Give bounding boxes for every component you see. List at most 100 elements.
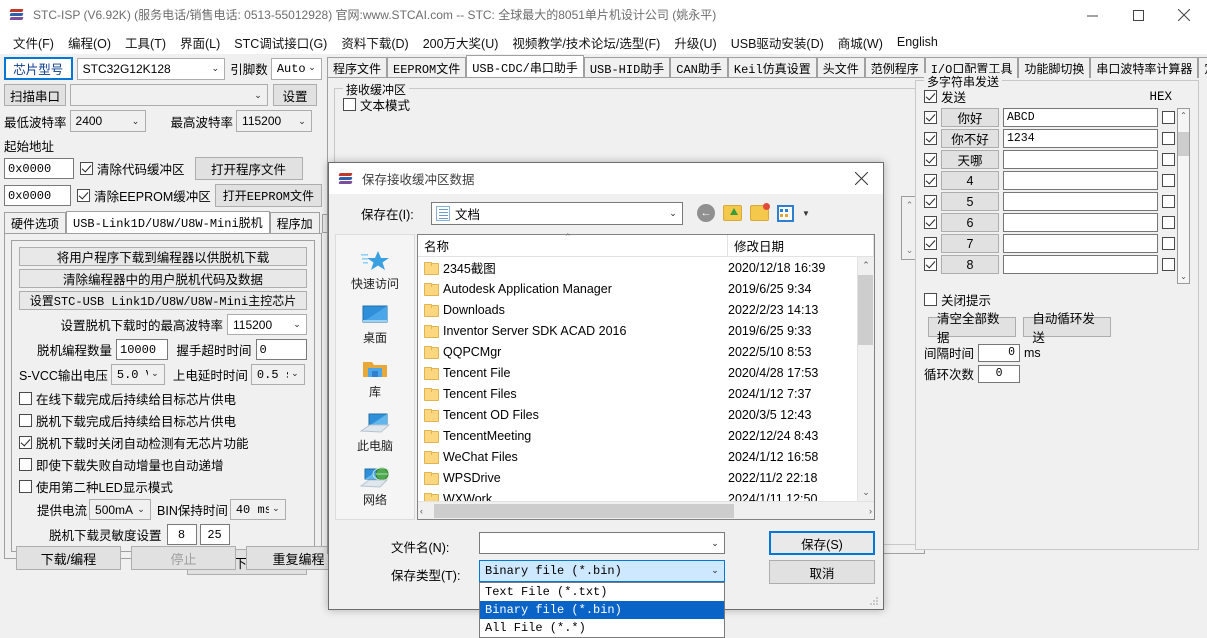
send-row-1-hex-checkbox[interactable] bbox=[1162, 111, 1175, 124]
send-row-8-hex-checkbox[interactable] bbox=[1162, 258, 1175, 271]
send-row-8-button[interactable]: 8 bbox=[941, 255, 999, 274]
send-row-5-input[interactable] bbox=[1003, 192, 1158, 211]
bin-hold-select[interactable]: 40 ms ⌄ bbox=[229, 499, 286, 520]
tab-function-pin-switch[interactable]: 功能脚切换 bbox=[1018, 57, 1091, 78]
check-disable-chip-detect[interactable]: 脱机下载时关闭自动检测有无芯片功能 bbox=[19, 433, 307, 452]
save-in-combobox[interactable]: 文档 ⌄ bbox=[431, 201, 683, 225]
tab-program-file[interactable]: 程序文件 bbox=[327, 57, 388, 78]
pins-select[interactable]: Auto ⌄ bbox=[270, 57, 322, 80]
port-select[interactable]: ⌄ bbox=[70, 84, 268, 106]
settings-button[interactable]: 设置 bbox=[273, 84, 317, 106]
send-row-2-input[interactable]: 1234 bbox=[1003, 129, 1158, 148]
place-library[interactable]: 库 bbox=[336, 351, 414, 405]
minimize-button[interactable] bbox=[1069, 0, 1115, 30]
check-disable-chip-detect-box[interactable] bbox=[19, 436, 32, 449]
check-offline-keep-power[interactable]: 脱机下载完成后持续给目标芯片供电 bbox=[19, 411, 307, 430]
place-desktop[interactable]: 桌面 bbox=[336, 297, 414, 351]
new-folder-icon[interactable] bbox=[750, 203, 770, 221]
file-type-option-all[interactable]: All File (*.*) bbox=[480, 619, 724, 637]
send-row-2-hex-checkbox[interactable] bbox=[1162, 132, 1175, 145]
send-row-4-checkbox[interactable] bbox=[924, 174, 937, 187]
column-header-date[interactable]: 修改日期 bbox=[728, 235, 874, 256]
send-row-3-input[interactable] bbox=[1003, 150, 1158, 169]
close-tip-checkbox[interactable] bbox=[924, 293, 937, 306]
menu-item-usb-driver[interactable]: USB驱动安装(D) bbox=[724, 31, 831, 54]
file-name-input[interactable]: ⌄ bbox=[479, 532, 725, 554]
max-baud-select[interactable]: 115200 ⌄ bbox=[236, 110, 313, 132]
tab-can[interactable]: CAN助手 bbox=[670, 57, 728, 78]
tab-baud-calculator[interactable]: 串口波特率计算器 bbox=[1090, 57, 1199, 78]
clear-all-data-button[interactable]: 清空全部数据 bbox=[928, 312, 1016, 345]
tab-more-partial[interactable]: 定 bbox=[1198, 57, 1207, 78]
open-eeprom-file-button[interactable]: 打开EEPROM文件 bbox=[214, 184, 322, 207]
table-row[interactable]: Tencent Files 2024/1/12 7:37 bbox=[418, 383, 874, 404]
scroll-down-icon[interactable]: ⌄ bbox=[862, 487, 870, 501]
clear-programmer-button[interactable]: 清除编程器中的用户脱机代码及数据 bbox=[19, 269, 307, 288]
send-row-3-hex-checkbox[interactable] bbox=[1162, 153, 1175, 166]
menu-item-video[interactable]: 视频教学/技术论坛/选型(F) bbox=[505, 31, 667, 54]
menu-item-downloads[interactable]: 资料下载(D) bbox=[334, 31, 415, 54]
download-program-button[interactable]: 下载/编程 bbox=[16, 546, 121, 570]
table-row[interactable]: WPSDrive 2022/11/2 22:18 bbox=[418, 467, 874, 488]
menu-item-upgrade[interactable]: 升级(U) bbox=[667, 31, 723, 54]
set-main-chip-button[interactable]: 设置STC-USB Link1D/U8W/U8W-Mini主控芯片 bbox=[19, 291, 307, 310]
menu-item-file[interactable]: 文件(F) bbox=[6, 31, 61, 54]
table-row[interactable]: Tencent File 2020/4/28 17:53 bbox=[418, 362, 874, 383]
download-to-programmer-button[interactable]: 将用户程序下载到编程器以供脱机下载 bbox=[19, 247, 307, 266]
offline-max-baud-select[interactable]: 115200 ⌄ bbox=[227, 314, 307, 335]
scrollbar-thumb[interactable] bbox=[434, 504, 734, 518]
sensitivity-input-a[interactable]: 8 bbox=[166, 524, 197, 545]
menu-item-mall[interactable]: 商城(W) bbox=[831, 31, 890, 54]
send-rows-scrollbar[interactable]: ⌃ ⌄ bbox=[1177, 108, 1190, 284]
clear-eeprom-buffer-checkbox[interactable] bbox=[77, 189, 91, 202]
table-row[interactable]: QQPCMgr 2022/5/10 8:53 bbox=[418, 341, 874, 362]
left-tab-hardware-options[interactable]: 硬件选项 bbox=[4, 212, 67, 233]
send-row-3-button[interactable]: 天哪 bbox=[941, 150, 999, 169]
send-row-2-checkbox[interactable] bbox=[924, 132, 937, 145]
tab-usb-hid[interactable]: USB-HID助手 bbox=[583, 57, 671, 78]
send-row-8-checkbox[interactable] bbox=[924, 258, 937, 271]
table-row[interactable]: Tencent OD Files 2020/3/5 12:43 bbox=[418, 404, 874, 425]
handshake-timeout-input[interactable]: 0 bbox=[255, 339, 307, 360]
send-row-3-checkbox[interactable] bbox=[924, 153, 937, 166]
save-button[interactable]: 保存(S) bbox=[769, 531, 875, 555]
scan-port-button[interactable]: 扫描串口 bbox=[4, 84, 66, 106]
check-online-keep-power[interactable]: 在线下载完成后持续给目标芯片供电 bbox=[19, 389, 307, 408]
check-auto-increment-on-fail-box[interactable] bbox=[19, 458, 32, 471]
close-tip-check[interactable]: 关闭提示 bbox=[924, 290, 1190, 309]
scroll-up-icon[interactable]: ⌃ bbox=[1180, 111, 1187, 120]
chip-model-select[interactable]: STC32G12K128 ⌄ bbox=[76, 57, 226, 80]
file-type-combobox[interactable]: Binary file (*.bin) ⌄ bbox=[479, 560, 725, 582]
send-row-7-input[interactable] bbox=[1003, 234, 1158, 253]
send-row-1-button[interactable]: 你好 bbox=[941, 108, 999, 127]
auto-loop-send-button[interactable]: 自动循环发送 bbox=[1023, 312, 1112, 345]
offline-count-input[interactable]: 10000 bbox=[116, 339, 168, 360]
code-start-address-input[interactable]: 0x0000 bbox=[4, 158, 74, 179]
column-header-name[interactable]: 名称 ⌃ bbox=[418, 232, 728, 256]
maximize-button[interactable] bbox=[1115, 0, 1161, 30]
check-second-led-mode-box[interactable] bbox=[19, 480, 32, 493]
check-second-led-mode[interactable]: 使用第二种LED显示模式 bbox=[19, 477, 307, 496]
tab-keil-settings[interactable]: Keil仿真设置 bbox=[727, 57, 817, 78]
file-type-option-bin[interactable]: Binary file (*.bin) bbox=[480, 601, 724, 619]
send-all-checkbox[interactable] bbox=[924, 90, 937, 103]
send-row-7-hex-checkbox[interactable] bbox=[1162, 237, 1175, 250]
scroll-down-icon[interactable]: ⌄ bbox=[1180, 272, 1187, 281]
sensitivity-input-b[interactable]: 25 bbox=[199, 524, 230, 545]
place-network[interactable]: 网络 bbox=[336, 459, 414, 513]
scrollbar-thumb[interactable] bbox=[858, 275, 873, 345]
send-row-5-button[interactable]: 5 bbox=[941, 192, 999, 211]
send-row-5-checkbox[interactable] bbox=[924, 195, 937, 208]
chip-model-button[interactable]: 芯片型号 bbox=[4, 57, 73, 80]
menu-item-debug[interactable]: STC调试接口(G) bbox=[227, 31, 334, 54]
send-row-6-button[interactable]: 6 bbox=[941, 213, 999, 232]
text-mode-checkbox[interactable] bbox=[343, 98, 356, 111]
send-row-5-hex-checkbox[interactable] bbox=[1162, 195, 1175, 208]
send-row-6-checkbox[interactable] bbox=[924, 216, 937, 229]
scroll-right-icon[interactable]: › bbox=[869, 506, 872, 516]
table-row[interactable]: 2345截图 2020/12/18 16:39 bbox=[418, 257, 874, 278]
scroll-left-icon[interactable]: ‹ bbox=[420, 506, 423, 516]
table-row[interactable]: TencentMeeting 2022/12/24 8:43 bbox=[418, 425, 874, 446]
loop-count-input[interactable]: 0 bbox=[978, 364, 1021, 383]
send-row-7-button[interactable]: 7 bbox=[941, 234, 999, 253]
